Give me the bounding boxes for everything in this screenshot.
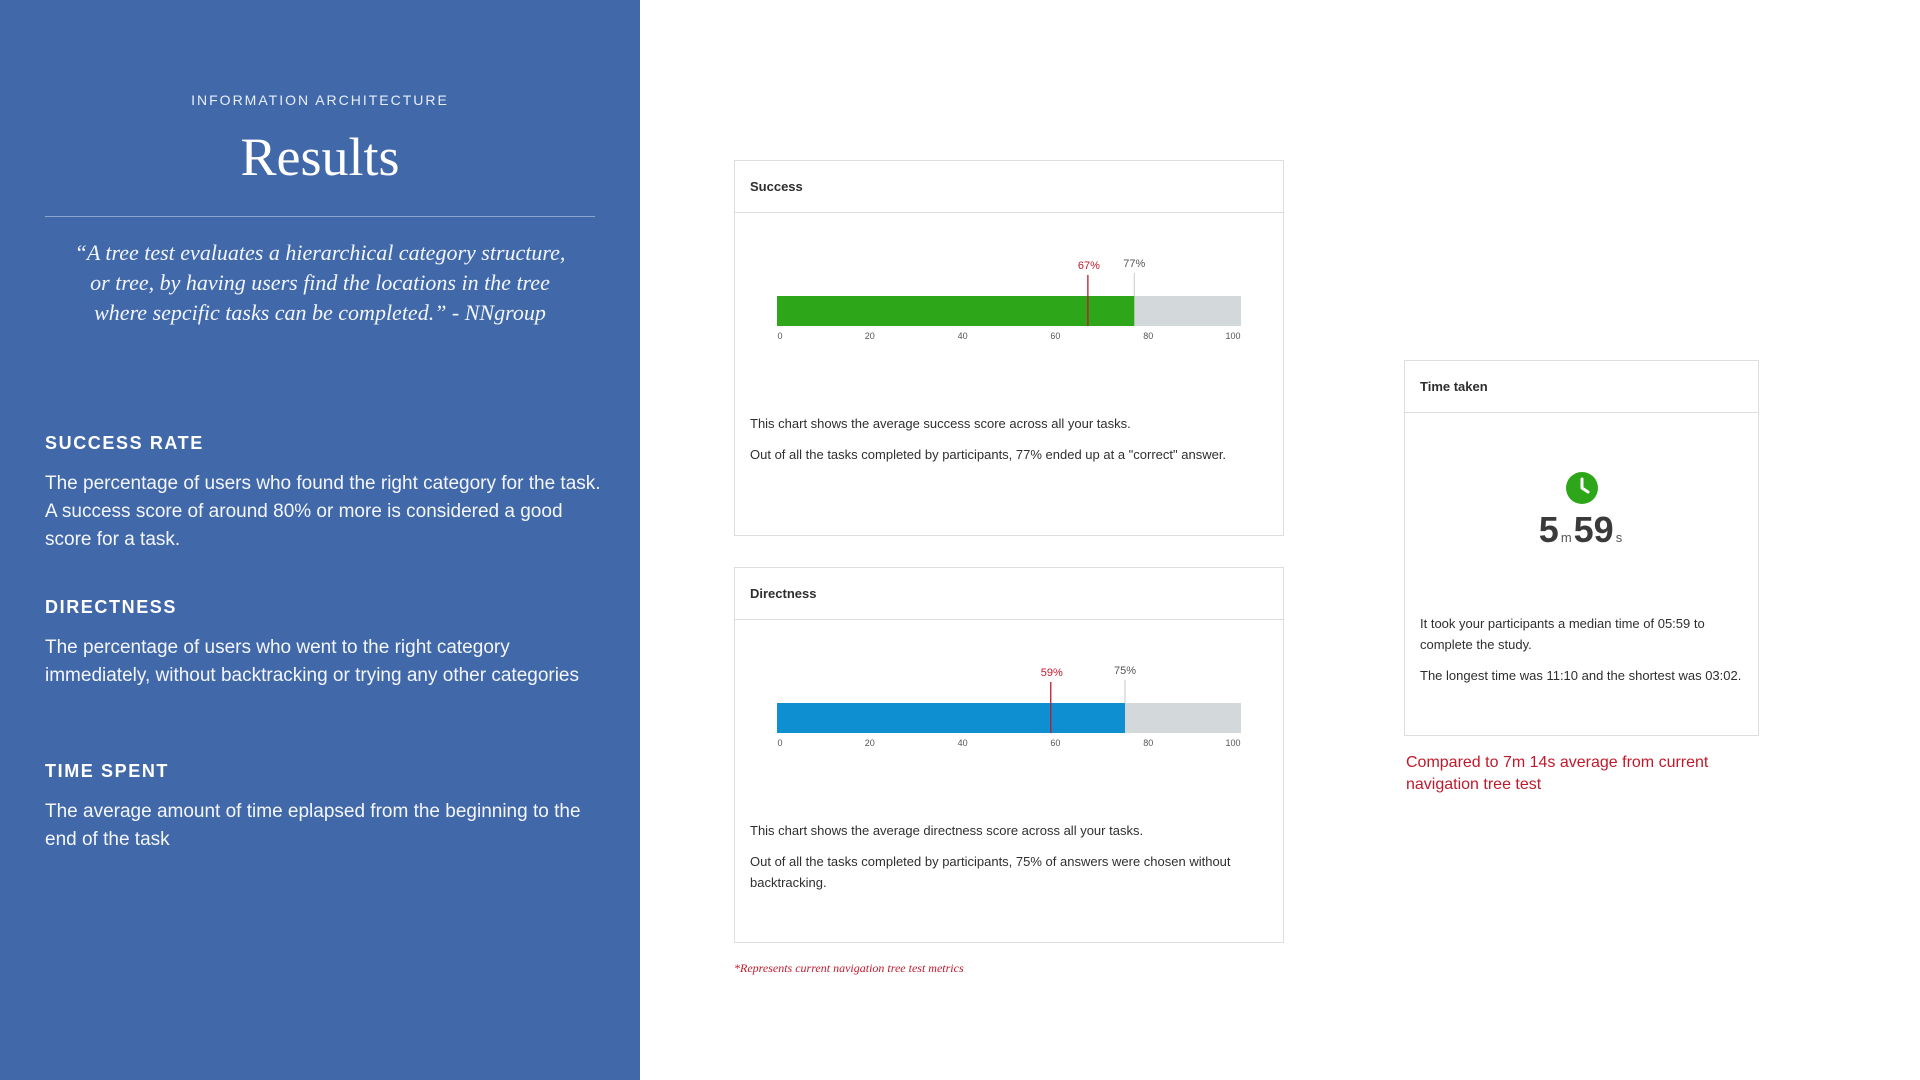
value-label: 77% <box>1123 258 1145 270</box>
directness-body: The percentage of users who went to the … <box>45 637 580 686</box>
time-seconds: 59 <box>1573 509 1614 550</box>
success-card: Success 77% 67% 0 20 40 60 80 100 This chart sh… <box>734 160 1284 536</box>
time-description: It took your participants a median time … <box>1420 613 1743 696</box>
reference-label: 67% <box>1078 260 1100 272</box>
value-bar <box>777 296 1135 326</box>
time-spent-heading: TIME SPENT <box>45 761 170 781</box>
time-taken-card: Time taken 5 m59 s It took your participan… <box>1404 360 1759 736</box>
directness-desc-2: Out of all the tasks completed by partic… <box>750 854 1231 890</box>
reference-label: 59% <box>1041 667 1063 679</box>
page-title: Results <box>240 127 400 187</box>
directness-card: Directness 75% 59% 0 20 40 60 80 100 This chart… <box>734 567 1284 943</box>
success-desc-1: This chart shows the average success sco… <box>750 416 1131 431</box>
tick-label: 100 <box>1225 738 1240 748</box>
time-display: 5 m59 s <box>1405 509 1758 551</box>
comparison-note: Compared to 7m 14s average from current … <box>1406 754 1709 793</box>
success-desc-2: Out of all the tasks completed by partic… <box>750 447 1227 462</box>
success-description: This chart shows the average success sco… <box>750 413 1268 475</box>
time-seconds-unit: s <box>1615 530 1623 545</box>
time-spent-section: TIME SPENT The average amount of time ep… <box>45 761 605 854</box>
success-rate-body: The percentage of users who found the ri… <box>45 473 601 550</box>
tick-label: 40 <box>958 738 968 748</box>
tick-label: 80 <box>1143 331 1153 341</box>
title-divider <box>45 216 595 217</box>
directness-card-title: Directness <box>735 568 1283 620</box>
value-bar <box>777 703 1125 733</box>
tick-label: 80 <box>1143 738 1153 748</box>
tick-label: 20 <box>865 738 875 748</box>
time-desc-1: It took your participants a median time … <box>1420 616 1705 652</box>
section-eyebrow: INFORMATION ARCHITECTURE <box>191 92 449 108</box>
time-minutes: 5 <box>1538 509 1559 550</box>
tick-label: 40 <box>958 331 968 341</box>
tick-label: 0 <box>777 738 782 748</box>
nngroup-quote: “A tree test evaluates a hierarchical ca… <box>74 240 566 325</box>
tick-label: 100 <box>1225 331 1240 341</box>
tick-label: 60 <box>1050 738 1060 748</box>
tick-label: 20 <box>865 331 875 341</box>
time-card-title: Time taken <box>1405 361 1758 413</box>
tick-label: 0 <box>777 331 782 341</box>
clock-icon <box>1566 472 1598 504</box>
success-card-title: Success <box>735 161 1283 213</box>
success-chart: 77% 67% 0 20 40 60 80 100 <box>777 258 1241 341</box>
directness-desc-1: This chart shows the average directness … <box>750 823 1144 838</box>
info-panel: INFORMATION ARCHITECTURE Results “A tree… <box>0 0 640 1080</box>
time-desc-2: The longest time was 11:10 and the short… <box>1420 668 1742 683</box>
value-label: 75% <box>1114 665 1136 677</box>
time-minutes-unit: m <box>1560 530 1572 545</box>
directness-section: DIRECTNESS The percentage of users who w… <box>45 597 605 690</box>
success-rate-section: SUCCESS RATE The percentage of users who… <box>45 433 605 554</box>
success-rate-heading: SUCCESS RATE <box>45 433 204 453</box>
directness-heading: DIRECTNESS <box>45 597 178 617</box>
directness-description: This chart shows the average directness … <box>750 820 1268 903</box>
directness-chart: 75% 59% 0 20 40 60 80 100 <box>777 665 1241 748</box>
footnote: *Represents current navigation tree test… <box>734 961 964 975</box>
tick-label: 60 <box>1050 331 1060 341</box>
time-spent-body: The average amount of time eplapsed from… <box>45 801 581 850</box>
